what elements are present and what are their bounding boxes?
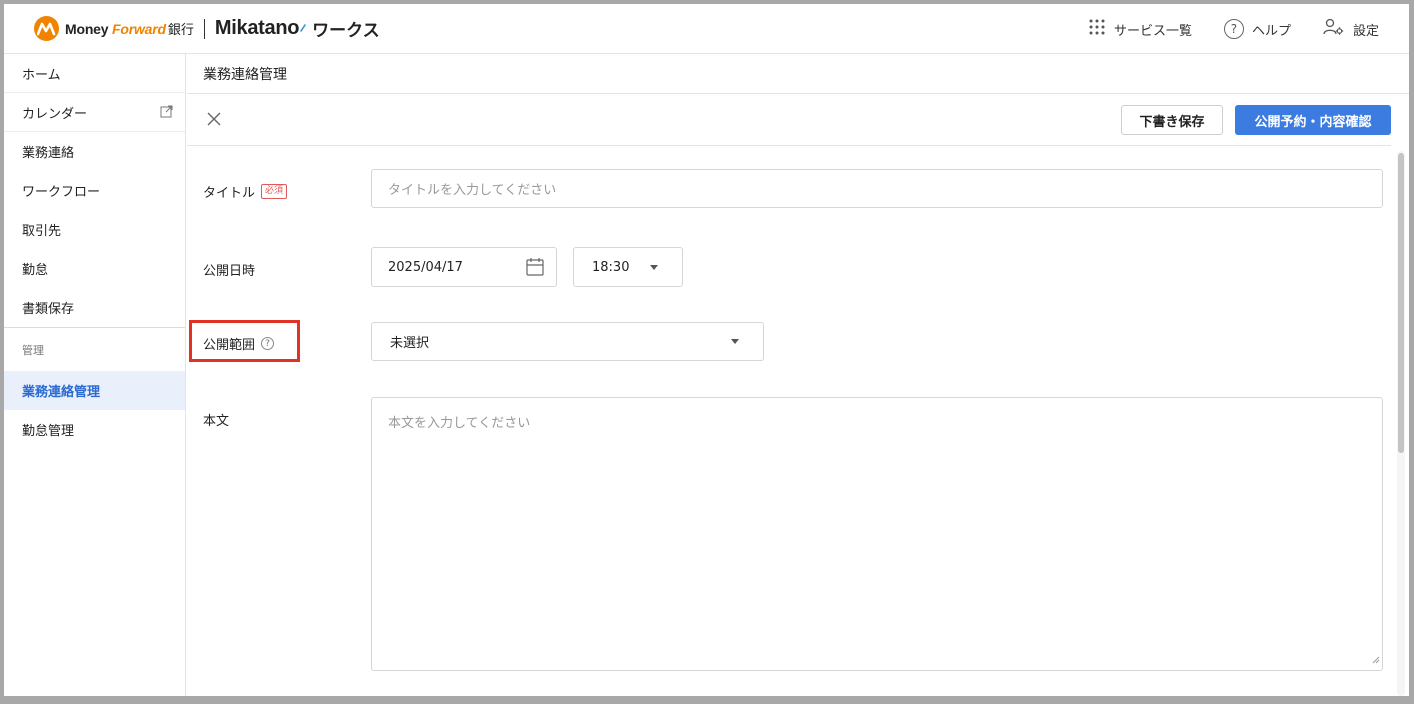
- publish-date-value: 2025/04/17: [388, 259, 463, 275]
- sidebar-item-calendar[interactable]: カレンダー: [4, 93, 185, 132]
- sidebar-item-business-notice-admin[interactable]: 業務連絡管理: [4, 371, 185, 410]
- publish-datetime-label: 公開日時: [203, 264, 256, 279]
- grid-icon: [1088, 18, 1106, 40]
- sidebar-item-business-notice[interactable]: 業務連絡: [4, 132, 185, 171]
- scope-label-group: 公開範囲 ?: [203, 334, 275, 353]
- sidebar-section-admin: 管理: [4, 327, 185, 371]
- brand-works: ワークス: [312, 21, 380, 41]
- external-link-icon: [160, 105, 173, 122]
- sidebar-item-label: ワークフロー: [22, 185, 101, 200]
- scrollbar-thumb[interactable]: [1398, 153, 1404, 453]
- brand-money-forward: Money Forward: [65, 20, 166, 37]
- sidebar-item-label: 勤怠: [22, 263, 49, 278]
- title-label-group: タイトル 必須: [203, 182, 288, 201]
- mikatano-accent-icon: [300, 20, 306, 32]
- title-label: タイトル: [203, 186, 256, 201]
- calendar-icon[interactable]: [526, 257, 544, 281]
- help-icon[interactable]: ?: [261, 337, 275, 350]
- sidebar-item-label: 書類保存: [22, 302, 75, 317]
- page-title: 業務連絡管理: [187, 54, 1409, 94]
- top-header: Money Forward 銀行 Mikatano ワークス サービス一覧 ? …: [4, 4, 1409, 54]
- user-gear-icon: [1323, 18, 1345, 40]
- publish-time-select[interactable]: 18:30: [573, 247, 683, 287]
- services-menu[interactable]: サービス一覧: [1088, 18, 1192, 40]
- chevron-down-icon: [650, 265, 658, 270]
- body-placeholder: 本文を入力してください: [388, 416, 531, 431]
- body-label: 本文: [203, 414, 230, 429]
- main-content: 業務連絡管理 下書き保存 公開予約・内容確認 タイトル 必須 タイトルを入力して…: [187, 54, 1409, 696]
- publish-confirm-button[interactable]: 公開予約・内容確認: [1235, 105, 1391, 135]
- header-actions: サービス一覧 ? ヘルプ 設定: [1088, 4, 1379, 54]
- brand-logo[interactable]: Money Forward 銀行 Mikatano ワークス: [34, 4, 380, 54]
- close-icon[interactable]: [207, 112, 221, 130]
- scope-label: 公開範囲: [203, 338, 256, 353]
- settings-label: 設定: [1352, 23, 1379, 39]
- resize-handle-icon[interactable]: [1372, 653, 1380, 668]
- sidebar-item-label: ホーム: [22, 67, 61, 83]
- body-textarea[interactable]: 本文を入力してください: [371, 397, 1383, 671]
- editor-toolbar: 下書き保存 公開予約・内容確認: [187, 94, 1391, 146]
- app-window: Money Forward 銀行 Mikatano ワークス サービス一覧 ? …: [4, 4, 1409, 696]
- sidebar-item-label: 勤怠管理: [22, 424, 75, 439]
- help-label: ヘルプ: [1251, 23, 1291, 39]
- settings-menu[interactable]: 設定: [1323, 18, 1379, 40]
- sidebar-item-attendance[interactable]: 勤怠: [4, 249, 185, 288]
- sidebar-item-documents[interactable]: 書類保存: [4, 288, 185, 327]
- sidebar-item-label: 取引先: [22, 224, 62, 239]
- sidebar-item-label: カレンダー: [22, 106, 88, 122]
- brand-bank: 銀行: [167, 23, 194, 38]
- sidebar-item-home[interactable]: ホーム: [4, 54, 185, 93]
- services-label: サービス一覧: [1113, 23, 1192, 39]
- save-draft-button[interactable]: 下書き保存: [1121, 105, 1223, 135]
- required-badge: 必須: [261, 184, 288, 199]
- title-input[interactable]: タイトルを入力してください: [371, 169, 1383, 208]
- sidebar-item-workflow[interactable]: ワークフロー: [4, 171, 185, 210]
- publish-date-input[interactable]: 2025/04/17: [371, 247, 557, 287]
- sidebar-item-label: 業務連絡管理: [22, 385, 101, 400]
- money-forward-logo-icon: [34, 16, 59, 41]
- chevron-down-icon: [731, 339, 739, 344]
- scope-select[interactable]: 未選択: [371, 322, 764, 361]
- scope-value: 未選択: [390, 336, 430, 351]
- scrollbar[interactable]: [1397, 151, 1405, 696]
- help-menu[interactable]: ? ヘルプ: [1223, 19, 1291, 39]
- sidebar-item-clients[interactable]: 取引先: [4, 210, 185, 249]
- brand-mikatano: Mikatano: [214, 17, 300, 39]
- help-icon: ?: [1223, 19, 1244, 39]
- publish-time-value: 18:30: [592, 259, 630, 275]
- sidebar-item-attendance-admin[interactable]: 勤怠管理: [4, 410, 185, 449]
- sidebar-item-label: 業務連絡: [22, 146, 75, 161]
- sidebar-nav: ホーム カレンダー 業務連絡 ワークフロー 取引先 勤怠 書類保存 管理 業務連…: [4, 54, 186, 696]
- brand-divider: [203, 18, 205, 39]
